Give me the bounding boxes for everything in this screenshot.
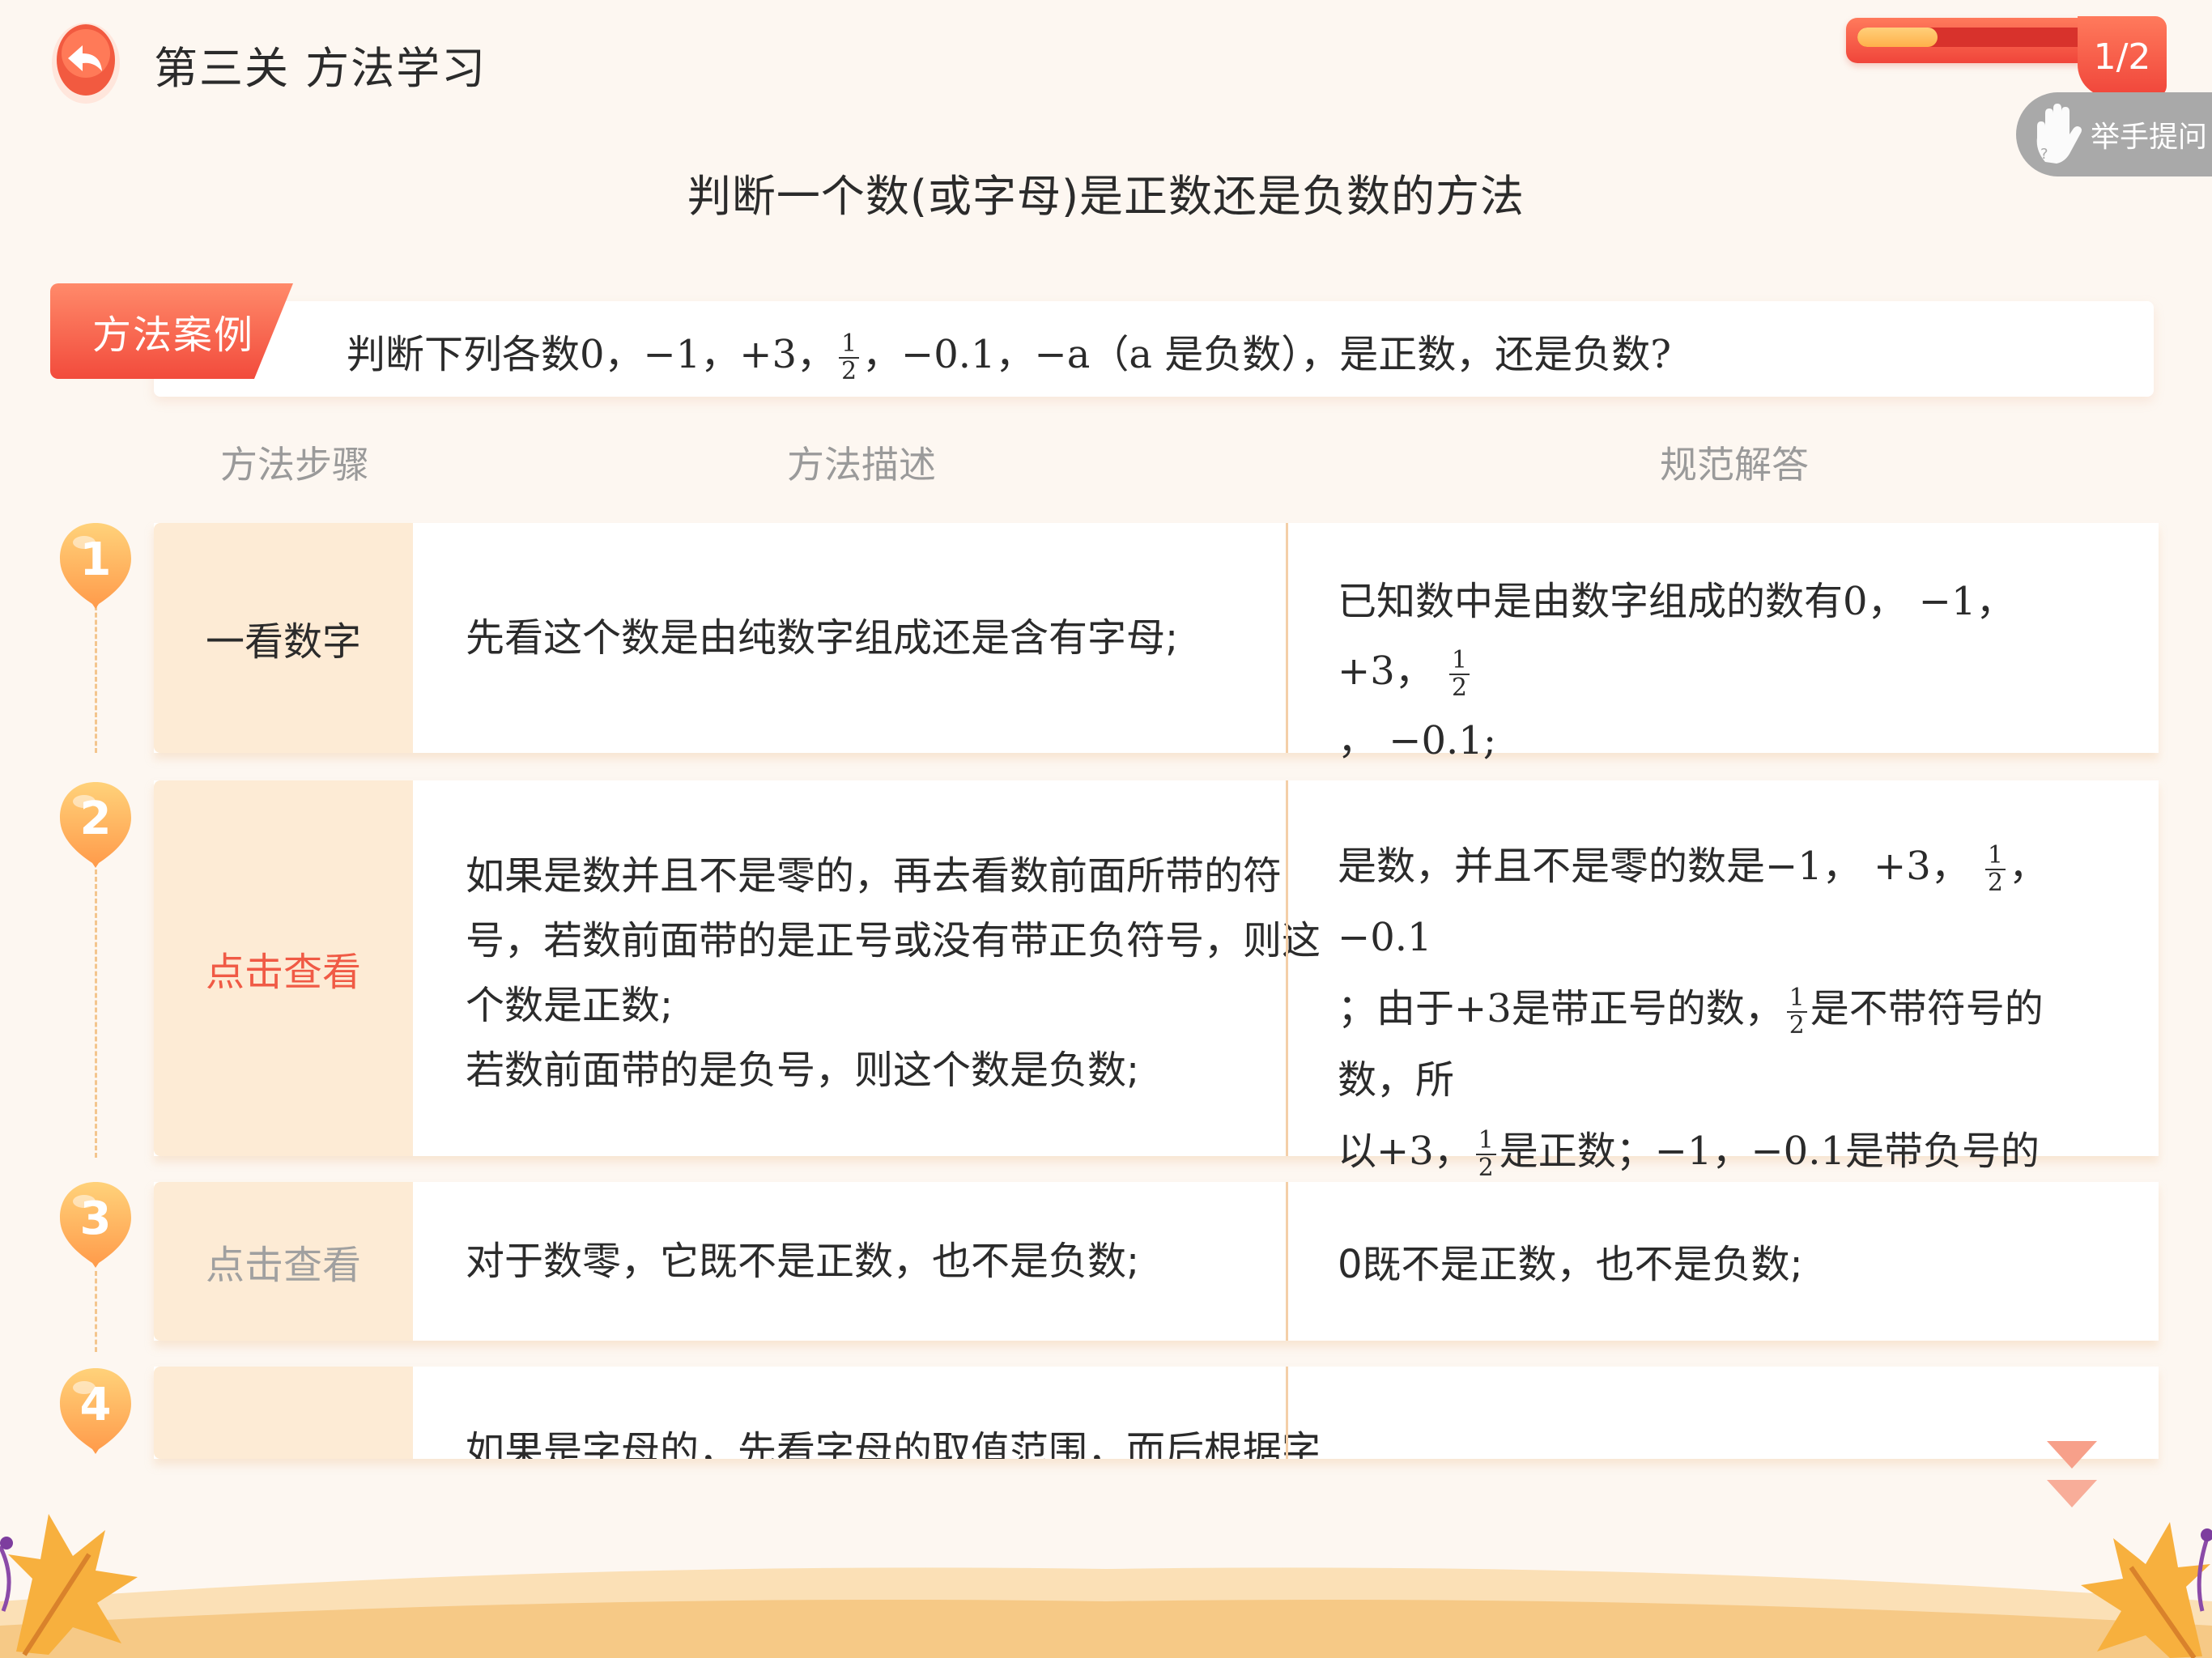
desc-line: 如果是数并且不是零的，再去看数前面所带的符: [466, 853, 1283, 899]
fraction-one-half: 12: [839, 331, 859, 384]
answer-line: 已知数中是由数字组成的数有0， −1， +3， 12: [1338, 579, 2015, 702]
answer-cell-1: 已知数中是由数字组成的数有0， −1， +3， 12 ， −0.1;: [1338, 567, 2115, 776]
progress-fill: [1857, 28, 1938, 47]
step-cell-1: 一看数字: [154, 523, 413, 753]
step-cell-2[interactable]: 点击查看: [154, 780, 413, 1156]
answer-line: 是数，并且不是零的数是−1， +3， 1 2， −0.1: [1338, 841, 2048, 960]
method-row-2: 点击查看 如果是数并且不是零的，再去看数前面所带的符 号，若数前面带的是正号或没…: [154, 780, 2159, 1316]
back-button[interactable]: [50, 18, 155, 107]
desc-cell-4: 如果是字母的，先看字母的取值范围，而后根据字: [466, 1428, 1321, 1459]
column-header-answer: 规范解答: [1660, 443, 1809, 487]
desc-line: 个数是正数;: [466, 983, 674, 1028]
desc-cell-1: 先看这个数是由纯数字组成还是含有字母;: [466, 615, 1179, 661]
column-divider: [1286, 780, 1288, 1156]
column-divider: [1286, 523, 1288, 753]
reveal-step-link[interactable]: 点击查看: [206, 1233, 361, 1290]
step-connector: [95, 606, 97, 753]
bottom-decoration: [0, 1567, 2212, 1658]
case-tag: 方法案例: [50, 283, 293, 379]
method-row-4: 如果是字母的，先看字母的取值范围，而后根据字: [154, 1367, 2159, 1459]
answer-line: ， −0.1;: [1338, 718, 1496, 763]
step-connector: [95, 869, 97, 1158]
case-question-suffix: ，−0.1，−a（a 是负数），是正数，还是负数?: [862, 332, 1672, 377]
svg-text:3: 3: [80, 1192, 112, 1245]
reveal-step-link[interactable]: 点击查看: [206, 940, 361, 997]
desc-line: 号，若数前面带的是正号或没有带正负符号，则这: [466, 918, 1321, 963]
step-connector: [95, 1271, 97, 1352]
svg-text:1: 1: [80, 534, 112, 586]
svg-text:2: 2: [80, 793, 112, 845]
step-badge-3: 3: [60, 1182, 131, 1268]
back-arrow-icon: [52, 23, 120, 104]
page-counter: 1/2: [2078, 16, 2167, 97]
hand-icon: ?: [2036, 104, 2082, 164]
step-cell-3[interactable]: 点击查看: [154, 1182, 413, 1341]
maple-leaf-icon: [0, 1514, 138, 1656]
desc-cell-3: 对于数零，它既不是正数，也不是负数;: [466, 1239, 1140, 1284]
desc-line: 若数前面带的是负号，则这个数是负数;: [466, 1048, 1140, 1093]
raise-hand-label: 举手提问: [2091, 121, 2208, 154]
column-divider: [1286, 1182, 1288, 1341]
case-question-prefix: 判断下列各数0，−1，+3，: [347, 332, 836, 377]
main-title: 判断一个数(或字母)是正数还是负数的方法: [687, 171, 1525, 222]
page-title: 第三关 方法学习: [154, 43, 487, 94]
method-row-1: 一看数字 先看这个数是由纯数字组成还是含有字母; 已知数中是由数字组成的数有0，…: [154, 523, 2159, 763]
case-question: 判断下列各数0，−1，+3， 1 2 ，−0.1，−a（a 是负数），是正数，还是负数…: [347, 322, 1671, 384]
column-header-desc: 方法描述: [787, 443, 936, 487]
column-header-step: 方法步骤: [220, 443, 369, 487]
answer-cell-3: 0既不是正数，也不是负数;: [1338, 1242, 1803, 1287]
svg-text:4: 4: [80, 1379, 112, 1431]
step-cell-4: [154, 1367, 413, 1459]
step-badge-4: 4: [60, 1368, 131, 1454]
desc-cell-2: 如果是数并且不是零的，再去看数前面所带的符 号，若数前面带的是正号或没有带正负符…: [466, 844, 1397, 1103]
answer-line: ；由于+3是带正号的数， 1 2 是不带符号的数，所: [1338, 984, 2044, 1103]
step-badge-1: 1: [60, 523, 131, 609]
column-divider: [1286, 1367, 1288, 1459]
step-badge-2: 2: [60, 782, 131, 868]
maple-leaf-icon: [2081, 1522, 2212, 1658]
method-row-3: 点击查看 对于数零，它既不是正数，也不是负数; 0既不是正数，也不是负数;: [154, 1182, 2159, 1341]
